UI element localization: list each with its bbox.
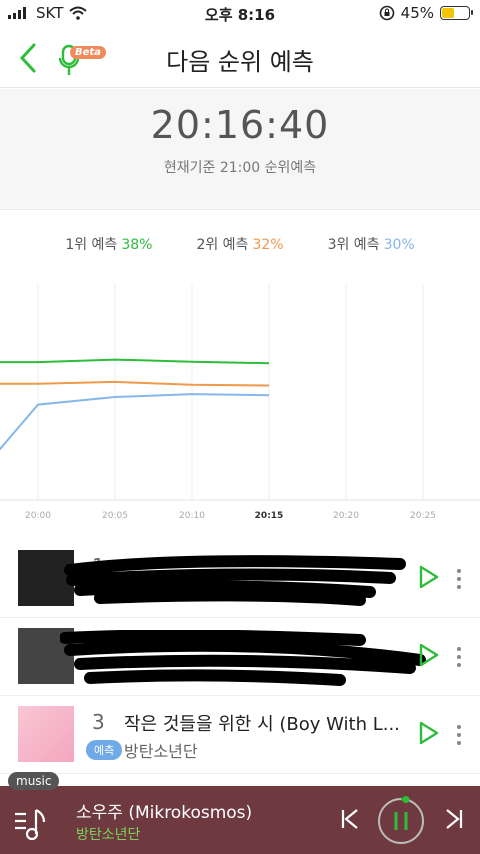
rank-number: 3 [92,710,105,734]
legend-item-3: 3위 예측 30% [327,237,415,253]
mini-player[interactable]: music 소우주 (Mikrokosmos) 방탄소년단 [0,772,480,854]
player-artist: 방탄소년단 [76,827,141,843]
chart-legend: 1위 예측 38% 2위 예측 32% 3위 예측 30% [0,234,480,254]
orientation-lock-icon [379,5,394,21]
play-icon[interactable] [418,564,440,590]
x-tick-label: 20:00 [25,511,51,521]
playlist-icon[interactable] [14,806,50,842]
prediction-chart: 20:00 20:05 20:10 20:15 20:20 20:25 [0,284,480,521]
player-song-title: 소우주 (Mikrokosmos) [76,803,253,823]
series-line-3 [0,393,270,451]
album-thumb [18,706,74,762]
list-item[interactable]: 2 [0,618,480,696]
legend-pct-3: 30% [383,237,415,253]
nav-bar: Beta 다음 순위 예측 [0,28,480,88]
more-icon[interactable] [456,568,462,590]
x-tick-label: 20:15 [255,511,284,521]
song-title: 작은 것들을 위한 시 (Boy With L... [124,714,400,735]
x-tick-label: 20:25 [410,511,436,521]
ranking-list: 1 2 3 작은 것들을 위한 시 (Boy With L... 예측 방탄소년… [0,540,480,774]
legend-item-2: 2위 예측 32% [196,237,284,253]
legend-pct-2: 32% [252,237,284,253]
x-tick-label: 20:10 [179,511,205,521]
battery-label: 45% [400,4,434,22]
list-item[interactable]: 3 작은 것들을 위한 시 (Boy With L... 예측 방탄소년단 [0,696,480,774]
x-tick-label: 20:05 [102,511,128,521]
series-line-1 [0,358,270,365]
more-icon[interactable] [456,646,462,668]
series-line-2 [0,380,270,387]
music-badge: music [8,772,60,790]
more-icon[interactable] [456,724,462,746]
countdown-time: 20:16:40 [150,103,330,147]
battery-icon [440,6,473,20]
play-icon[interactable] [418,642,440,668]
status-bar: SKT 오후 8:16 45% [0,0,480,28]
pause-icon[interactable] [376,796,426,846]
countdown-subtitle: 현재기준 21:00 순위예측 [163,160,317,176]
redaction-scribble [60,630,426,686]
artist-name: 방탄소년단 [124,742,198,761]
redaction-scribble [64,555,406,606]
list-item[interactable]: 1 [0,540,480,618]
prediction-tag: 예측 [86,740,123,760]
x-tick-label: 20:20 [333,511,359,521]
countdown-panel: 20:16:40 현재기준 21:00 순위예측 [0,89,480,210]
legend-pct-1: 38% [121,237,153,253]
legend-item-1: 1위 예측 38% [65,237,153,253]
previous-icon[interactable] [340,808,360,830]
next-icon[interactable] [444,808,464,830]
page-title: 다음 순위 예측 [166,48,314,76]
play-icon[interactable] [418,720,440,746]
